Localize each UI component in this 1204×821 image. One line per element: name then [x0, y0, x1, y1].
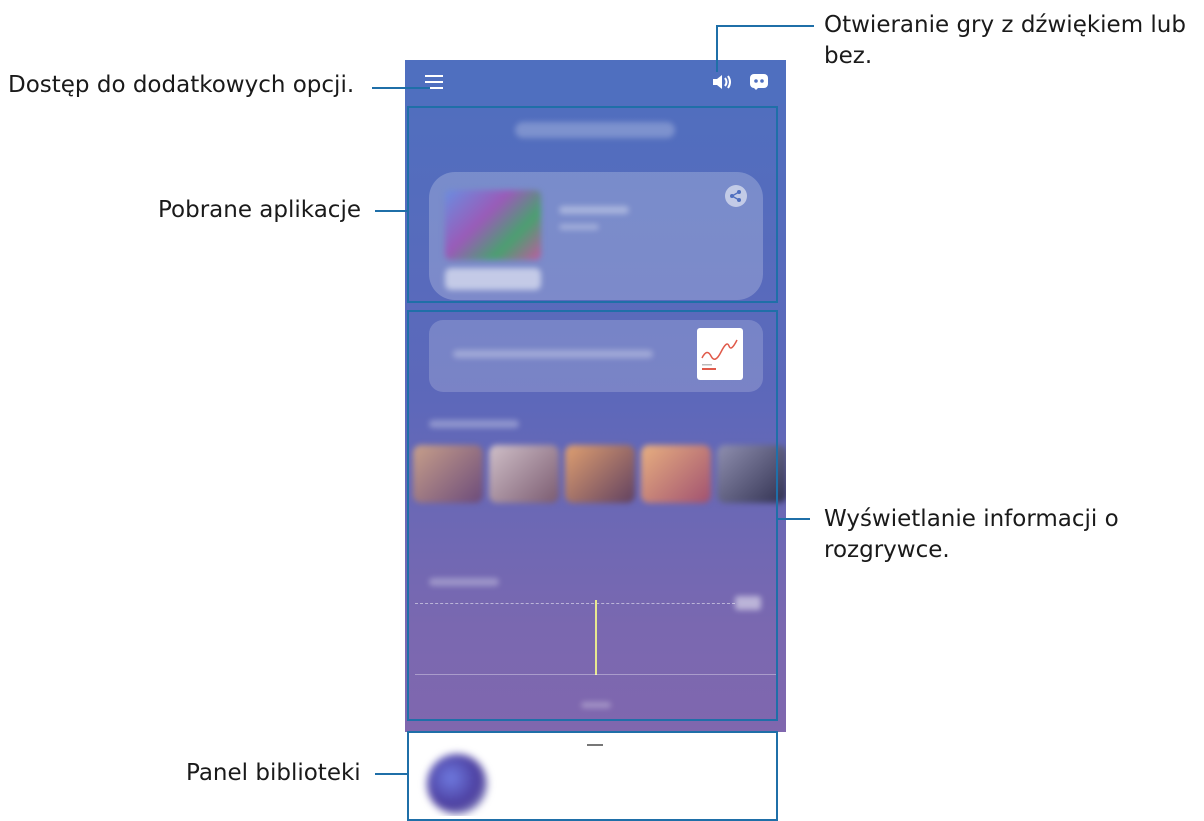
menu-callout-line	[372, 87, 430, 89]
sound-callout-label-line1: Otwieranie gry z dźwiękiem lub	[824, 12, 1186, 38]
discord-icon[interactable]	[749, 73, 769, 91]
sound-callout-vline	[716, 25, 718, 72]
speaker-icon[interactable]	[711, 72, 733, 92]
info-highlight-box	[407, 310, 778, 721]
library-callout-line	[375, 773, 407, 775]
sound-callout-label-line2: bez.	[824, 43, 873, 69]
apps-highlight-box	[407, 106, 778, 303]
info-callout-label-line2: rozgrywce.	[824, 537, 950, 563]
library-highlight-box	[407, 731, 778, 821]
menu-callout-label: Dostęp do dodatkowych opcji.	[8, 72, 355, 98]
info-callout-line	[778, 518, 810, 520]
apps-callout-label: Pobrane aplikacje	[158, 197, 361, 223]
library-callout-label: Panel biblioteki	[186, 760, 361, 786]
sound-callout-hline	[716, 25, 814, 27]
info-callout-label-line1: Wyświetlanie informacji o	[824, 506, 1119, 532]
top-bar	[405, 60, 786, 104]
apps-callout-line	[375, 210, 407, 212]
